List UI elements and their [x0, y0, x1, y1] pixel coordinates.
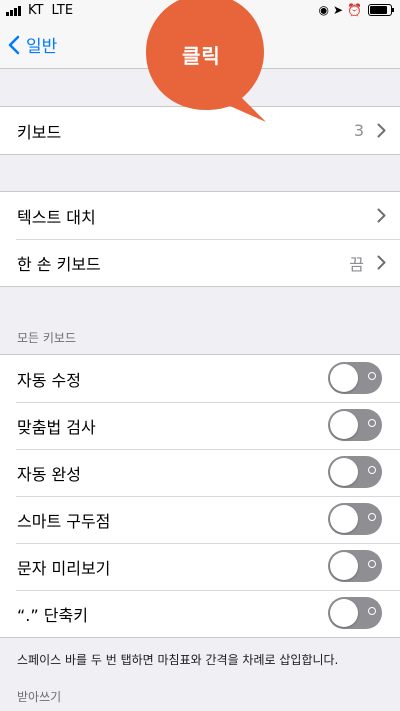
auto-correction-label: 자동 수정: [17, 370, 81, 390]
one-handed-keyboard-label: 한 손 키보드: [17, 254, 101, 274]
signal-icon: [6, 5, 22, 16]
smart-punctuation-label: 스마트 구두점: [17, 511, 111, 531]
alarm-icon: ⏰: [347, 3, 362, 17]
predictive-switch[interactable]: [328, 456, 382, 488]
one-handed-keyboard-value: 끔: [349, 254, 364, 274]
click-annotation-text: 클릭: [182, 44, 221, 68]
spell-check-label: 맞춤법 검사: [17, 417, 96, 437]
toggle-row: 맞춤법 검사: [0, 402, 400, 449]
chevron-right-icon: [377, 255, 386, 270]
network-type: LTE: [51, 3, 74, 18]
toggle-row: 문자 미리보기: [0, 543, 400, 590]
one-handed-keyboard-row[interactable]: 한 손 키보드 끔: [0, 239, 400, 286]
toggle-row: 자동 수정: [0, 355, 400, 402]
spell-check-switch[interactable]: [328, 409, 382, 441]
text-replacement-label: 텍스트 대치: [17, 207, 96, 227]
text-settings-group: 텍스트 대치 한 손 키보드 끔: [0, 191, 400, 287]
status-right: ◉ ➤ ⏰: [315, 3, 394, 17]
chevron-right-icon: [377, 123, 386, 138]
period-shortcut-label: “.” 단축키: [17, 605, 88, 625]
status-left: KT LTE: [6, 3, 73, 18]
chevron-left-icon: [8, 35, 20, 54]
toggle-row: 자동 완성: [0, 449, 400, 496]
carrier-name: KT: [28, 3, 44, 18]
period-shortcut-description: 스페이스 바를 두 번 탭하면 마침표와 간격을 차례로 삽입합니다.: [17, 653, 339, 667]
toggle-row: 스마트 구두점: [0, 496, 400, 543]
auto-correction-switch[interactable]: [328, 362, 382, 394]
back-label: 일반: [26, 37, 58, 57]
smart-punctuation-switch[interactable]: [328, 503, 382, 535]
all-keyboards-group: 자동 수정 맞춤법 검사 자동 완성 스마트 구두점 문자 미리보기 “.” 단…: [0, 354, 400, 638]
keyboards-label: 키보드: [17, 122, 62, 142]
character-preview-label: 문자 미리보기: [17, 558, 111, 578]
battery-icon: [368, 4, 394, 16]
text-replacement-row[interactable]: 텍스트 대치: [0, 192, 400, 239]
toggle-row: “.” 단축키: [0, 590, 400, 637]
orientation-lock-icon: ◉: [318, 3, 329, 17]
period-shortcut-switch[interactable]: [328, 597, 382, 629]
predictive-label: 자동 완성: [17, 464, 81, 484]
chevron-right-icon: [377, 208, 386, 223]
back-button[interactable]: 일반: [8, 32, 57, 57]
dictation-header: 받아쓰기: [17, 690, 62, 704]
location-icon: ➤: [332, 3, 344, 17]
keyboards-count: 3: [353, 121, 364, 140]
all-keyboards-header: 모든 키보드: [17, 331, 77, 345]
character-preview-switch[interactable]: [328, 550, 382, 582]
